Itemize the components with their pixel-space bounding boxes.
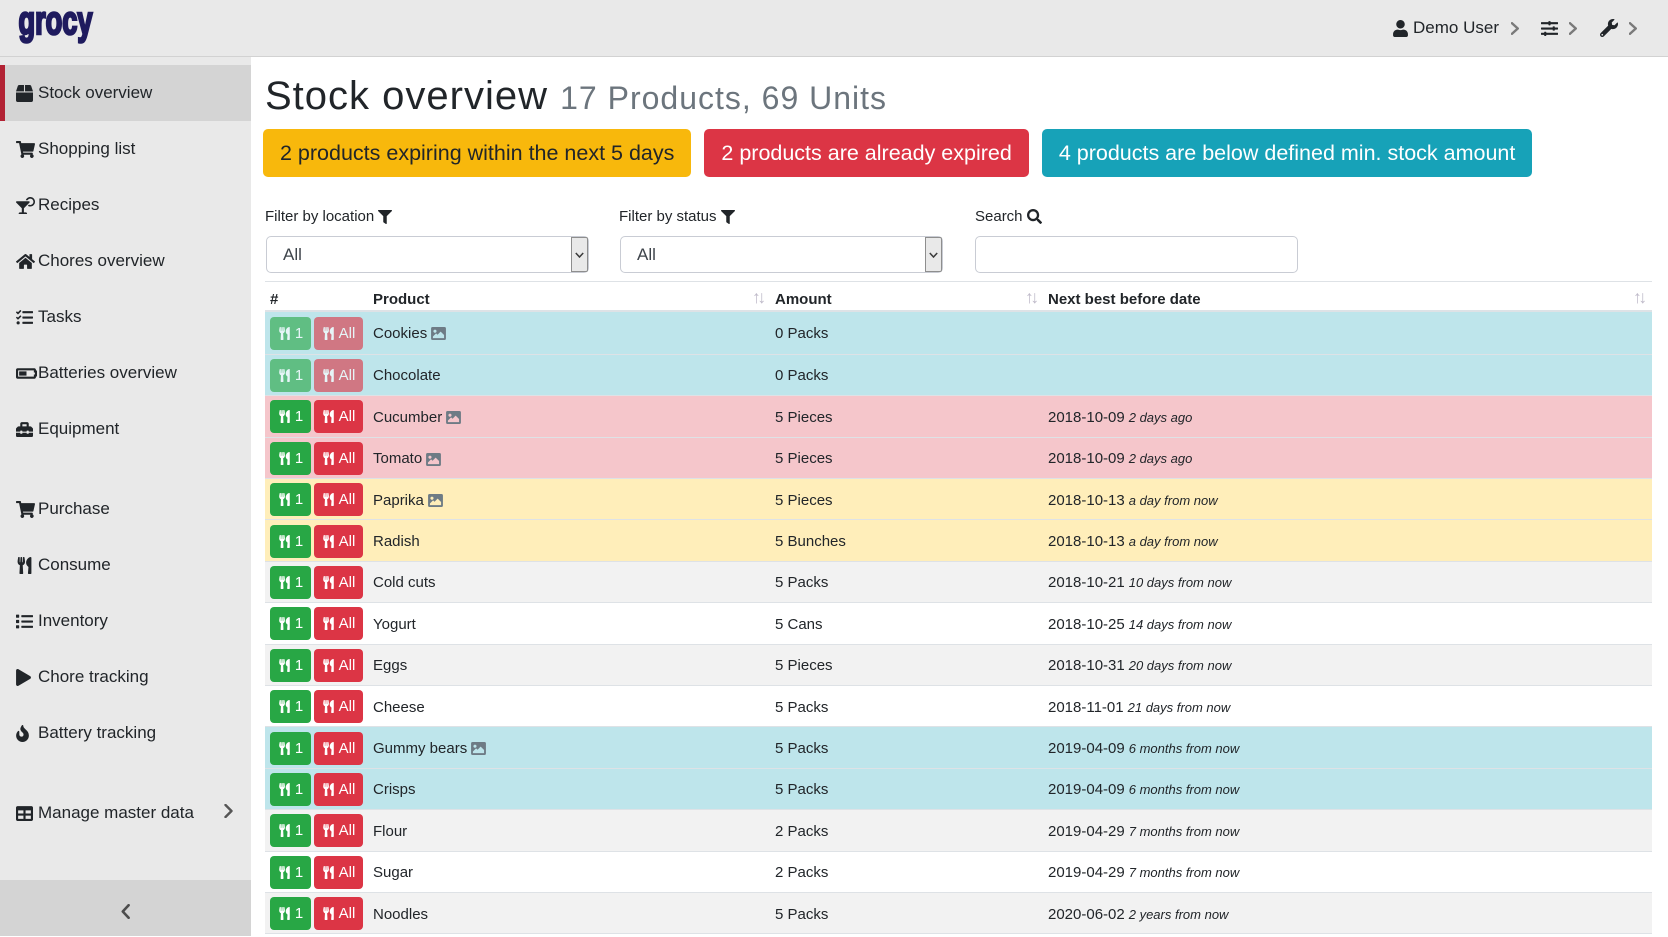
svg-text:grocy: grocy xyxy=(19,4,94,43)
